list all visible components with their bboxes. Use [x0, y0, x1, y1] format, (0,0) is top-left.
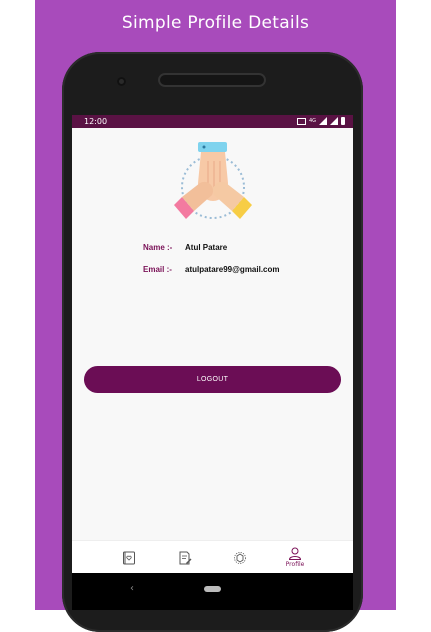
- diary-icon: [123, 551, 135, 564]
- bottom-navigation: Profile: [72, 540, 353, 574]
- email-label: Email :-: [143, 265, 172, 274]
- front-camera: [117, 77, 126, 86]
- top-sleeve: [198, 142, 227, 152]
- banner-title: Simple Profile Details: [121, 13, 310, 33]
- nav-item-team[interactable]: [220, 541, 260, 574]
- nav-item-notes[interactable]: [165, 541, 205, 574]
- edit-note-icon: [179, 551, 192, 564]
- profile-icon: [288, 547, 302, 560]
- earpiece-speaker: [158, 73, 266, 87]
- battery-icon: [341, 117, 345, 125]
- network-type: 4G: [308, 117, 316, 124]
- system-navigation-bar: ‹: [72, 573, 353, 610]
- back-icon[interactable]: ‹: [130, 583, 134, 594]
- name-value: Atul Patare: [185, 243, 228, 252]
- status-icons: 4G: [296, 117, 345, 125]
- name-label: Name :-: [143, 243, 173, 252]
- wifi-signal-icon: [319, 117, 327, 125]
- logout-button[interactable]: LOGOUT: [84, 366, 341, 393]
- puzzle-icon: [234, 551, 246, 564]
- status-time: 12:00: [84, 117, 108, 126]
- nav-item-profile[interactable]: Profile: [275, 541, 315, 574]
- team-hands-illustration: [174, 142, 252, 219]
- nav-label-profile: Profile: [285, 561, 305, 568]
- screencast-icon: [296, 117, 306, 125]
- cell-signal-icon: [330, 117, 338, 125]
- home-pill-icon[interactable]: [204, 586, 221, 592]
- email-value: atulpatare99@gmail.com: [185, 265, 280, 274]
- app-screen: 12:00 4G Name :- Atul Patare Email :- at…: [72, 115, 353, 610]
- status-bar: 12:00 4G: [72, 115, 353, 128]
- nav-item-diary[interactable]: [109, 541, 149, 574]
